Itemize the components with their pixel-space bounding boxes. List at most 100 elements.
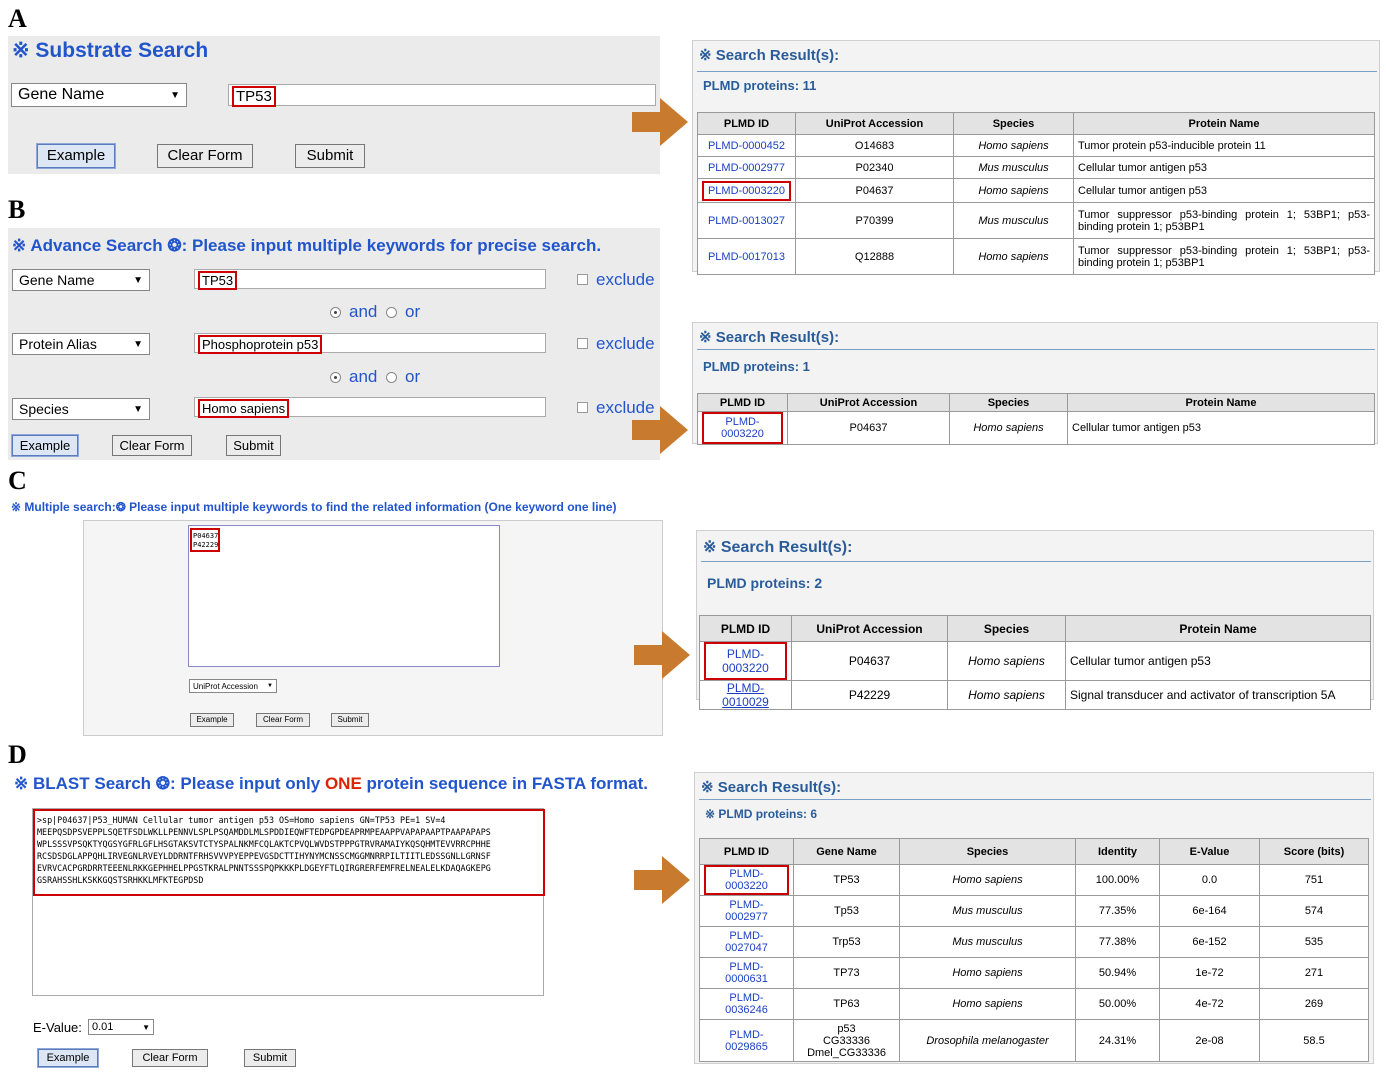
- and-radio-1[interactable]: [330, 307, 341, 318]
- result-panel-b: ※ Search Result(s): PLMD proteins: 1 PLM…: [692, 322, 1378, 445]
- result-count: PLMD proteins: 11: [703, 78, 817, 93]
- plmd-id-link-highlighted[interactable]: PLMD-0003220: [699, 641, 792, 681]
- column-header: UniProt Accession: [787, 393, 950, 412]
- example-button[interactable]: Example: [37, 144, 115, 168]
- column-header: Identity: [1075, 838, 1160, 865]
- gene-name-cell: p53 CG33336 Dmel_CG33336: [793, 1019, 900, 1062]
- exclude-checkbox-3[interactable]: [577, 402, 588, 413]
- gene-name-select[interactable]: Gene Name ▼: [11, 83, 187, 107]
- example-button[interactable]: Example: [12, 435, 78, 456]
- divider: [701, 561, 1371, 562]
- accession-cell: Q12888: [795, 238, 954, 275]
- result-count: PLMD proteins: 2: [707, 575, 823, 591]
- keyword-textarea[interactable]: P04637 P42229: [188, 525, 500, 667]
- species-cell: Homo sapiens: [953, 178, 1074, 203]
- species-cell: Homo sapiens: [899, 988, 1076, 1020]
- example-button[interactable]: Example: [190, 713, 234, 727]
- clear-form-button[interactable]: Clear Form: [157, 144, 253, 168]
- advance-search-form: ※ Advance Search ❂: Please input multipl…: [8, 228, 660, 460]
- submit-button[interactable]: Submit: [244, 1049, 296, 1067]
- keyword-input-2[interactable]: Phosphoprotein p53: [194, 333, 546, 354]
- exclude-checkbox-1[interactable]: [577, 274, 588, 285]
- plmd-id-link[interactable]: PLMD-0013027: [697, 202, 796, 239]
- plmd-id-link[interactable]: PLMD- 0027047: [699, 926, 794, 958]
- species-cell: Homo sapiens: [949, 411, 1068, 445]
- plmd-id-link[interactable]: PLMD-0002977: [697, 156, 796, 179]
- panel-label-a: A: [8, 4, 27, 33]
- plmd-id-link[interactable]: PLMD- 0029865: [699, 1019, 794, 1062]
- column-header: PLMD ID: [699, 615, 792, 642]
- plmd-id-link-highlighted[interactable]: PLMD-0003220: [697, 411, 788, 445]
- clear-form-button[interactable]: Clear Form: [132, 1049, 208, 1067]
- plmd-id-link-highlighted[interactable]: PLMD- 0003220: [699, 864, 794, 896]
- plmd-id-link[interactable]: PLMD-0017013: [697, 238, 796, 275]
- or-radio-2[interactable]: [386, 372, 397, 383]
- species-cell: Mus musculus: [953, 202, 1074, 239]
- and-radio-2[interactable]: [330, 372, 341, 383]
- result-arrow-b: [632, 406, 688, 454]
- species-cell: Homo sapiens: [947, 641, 1066, 681]
- result-count: PLMD proteins: 1: [703, 359, 810, 374]
- submit-button[interactable]: Submit: [295, 144, 365, 168]
- evalue-cell: 6e-152: [1159, 926, 1260, 958]
- field-select-protein-alias[interactable]: Protein Alias ▼: [12, 333, 150, 355]
- protein-name-cell: Signal transducer and activator of trans…: [1065, 680, 1371, 710]
- species-cell: Mus musculus: [953, 156, 1074, 179]
- field-select-species[interactable]: Species ▼: [12, 398, 150, 420]
- table-row: PLMD- 0036246 TP63 Homo sapiens 50.00% 4…: [699, 988, 1369, 1020]
- chevron-down-icon: ▼: [142, 1022, 150, 1032]
- keyword-input-3[interactable]: Homo sapiens: [194, 397, 546, 418]
- species-cell: Mus musculus: [899, 895, 1076, 927]
- submit-button[interactable]: Submit: [331, 713, 369, 727]
- accession-cell: P42229: [791, 680, 948, 710]
- gene-name-cell: TP63: [793, 988, 900, 1020]
- protein-name-cell: Cellular tumor antigen p53: [1073, 156, 1375, 179]
- plmd-id-link[interactable]: PLMD-0010029: [699, 680, 792, 710]
- column-header: E-Value: [1159, 838, 1260, 865]
- result-panel-c: ※ Search Result(s): PLMD proteins: 2 PLM…: [696, 530, 1374, 710]
- clear-form-button[interactable]: Clear Form: [256, 713, 310, 727]
- evalue-label: E-Value:: [33, 1020, 82, 1035]
- evalue-cell: 4e-72: [1159, 988, 1260, 1020]
- column-header: Protein Name: [1067, 393, 1375, 412]
- accession-cell: P04637: [791, 641, 948, 681]
- plmd-id-link[interactable]: PLMD- 0002977: [699, 895, 794, 927]
- result-arrow-d: [634, 856, 690, 904]
- uniprot-accession-select[interactable]: UniProt Accession ▼: [189, 679, 277, 693]
- and-label: and: [349, 367, 378, 386]
- field-select-gene-name[interactable]: Gene Name ▼: [12, 269, 150, 291]
- table-row: PLMD-0003220 P04637 Homo sapiens Cellula…: [697, 411, 1375, 445]
- column-header: PLMD ID: [697, 393, 788, 412]
- result-title: ※ Search Result(s):: [703, 539, 853, 556]
- column-header: Protein Name: [1073, 112, 1375, 135]
- keyword-input-1[interactable]: TP53: [194, 269, 546, 290]
- fasta-textarea[interactable]: >sp|P04637|P53_HUMAN Cellular tumor anti…: [32, 808, 545, 996]
- plmd-id-link[interactable]: PLMD-0000452: [697, 134, 796, 157]
- accession-cell: P04637: [795, 178, 954, 203]
- protein-name-cell: Tumor suppressor p53-binding protein 1; …: [1073, 238, 1375, 275]
- result-table: PLMD ID UniProt Accession Species Protei…: [697, 112, 1375, 275]
- plmd-id-link-highlighted[interactable]: PLMD-0003220: [697, 178, 796, 203]
- plmd-id-link[interactable]: PLMD- 0000631: [699, 957, 794, 989]
- exclude-checkbox-2[interactable]: [577, 338, 588, 349]
- or-radio-1[interactable]: [386, 307, 397, 318]
- column-header: Protein Name: [1065, 615, 1371, 642]
- evalue-cell: 1e-72: [1159, 957, 1260, 989]
- chevron-down-icon: ▼: [133, 338, 143, 350]
- column-header: Gene Name: [793, 838, 900, 865]
- protein-name-cell: Tumor protein p53-inducible protein 11: [1073, 134, 1375, 157]
- plmd-id-link[interactable]: PLMD- 0036246: [699, 988, 794, 1020]
- accession-cell: O14683: [795, 134, 954, 157]
- result-table: PLMD ID Gene Name Species Identity E-Val…: [699, 838, 1369, 1062]
- evalue-select[interactable]: 0.01 ▼: [88, 1019, 154, 1035]
- species-cell: Homo sapiens: [899, 957, 1076, 989]
- species-cell: Homo sapiens: [953, 134, 1074, 157]
- result-count: ※ PLMD proteins: 6: [705, 807, 818, 821]
- gene-name-input[interactable]: TP53: [228, 84, 656, 107]
- advance-search-title: ※ Advance Search ❂: Please input multipl…: [12, 236, 602, 255]
- example-button[interactable]: Example: [38, 1049, 98, 1067]
- evalue-cell: 2e-08: [1159, 1019, 1260, 1062]
- gene-name-cell: TP53: [793, 864, 900, 896]
- submit-button[interactable]: Submit: [226, 435, 281, 456]
- clear-form-button[interactable]: Clear Form: [112, 435, 192, 456]
